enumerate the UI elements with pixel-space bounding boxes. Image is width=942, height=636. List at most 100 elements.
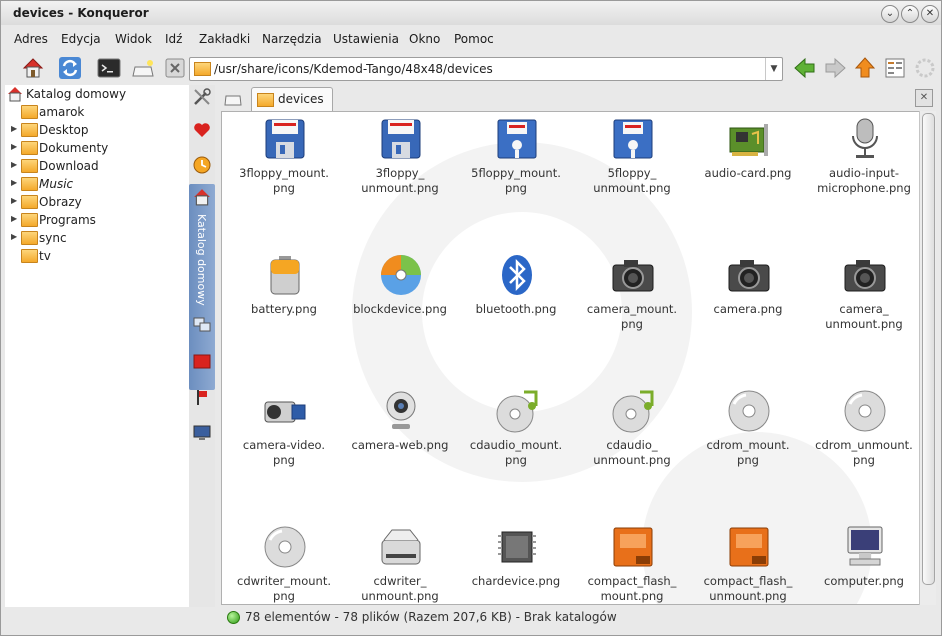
tab-home-directory-label: Katalog domowy [195,214,208,306]
tools-icon[interactable] [192,87,212,107]
status-text: 78 elementów - 78 plików (Razem 207,6 KB… [245,610,617,624]
tree-item-label: Download [39,159,99,173]
expand-arrow-icon[interactable]: ▶ [11,178,17,187]
file-item[interactable]: 3floppy_ unmount.png [342,114,458,250]
tab-devices[interactable]: devices [251,87,333,112]
file-item-label: compact_flash_ mount.png [587,574,677,603]
network-icon[interactable] [192,315,212,335]
file-item[interactable]: bluetooth.png [458,250,574,386]
history-icon[interactable] [192,155,212,175]
file-item[interactable]: camera_mount. png [574,250,690,386]
camera-icon [726,252,772,298]
file-item-label: chardevice.png [471,574,561,588]
file-item-label: 3floppy_mount. png [239,166,329,195]
view-mode-icon[interactable] [883,56,907,80]
file-item[interactable]: camera-video. png [226,386,342,522]
file-item[interactable]: camera_ unmount.png [806,250,920,386]
file-item[interactable]: camera.png [690,250,806,386]
menu-edycja[interactable]: Edycja [61,32,101,46]
close-tab-icon[interactable]: ✕ [915,89,933,107]
tree-item[interactable]: ▶ Obrazy [11,193,187,211]
menu-pomoc[interactable]: Pomoc [454,32,494,46]
tree-item[interactable]: ▶ Music [11,175,187,193]
back-arrow-icon[interactable] [793,56,817,80]
file-item[interactable]: compact_flash_ unmount.png [690,522,806,604]
status-bar: 78 elementów - 78 plików (Razem 207,6 KB… [219,605,937,629]
location-dropdown-arrow-icon[interactable]: ▼ [765,58,782,80]
file-item[interactable]: computer.png [806,522,920,604]
menu-ustawienia[interactable]: Ustawienia [333,32,399,46]
cdrom-icon [842,388,888,434]
shade-window-button[interactable]: ⌄ [881,5,899,23]
file-item[interactable]: 5floppy_ unmount.png [574,114,690,250]
menu-zakladki[interactable]: Zakładki [199,32,250,46]
menu-widok[interactable]: Widok [115,32,152,46]
chip-icon [494,524,540,570]
tree-item[interactable]: ▶ Download [11,157,187,175]
folder-icon [257,93,274,107]
expand-arrow-icon[interactable]: ▶ [11,124,17,133]
maximize-window-button[interactable]: ⌃ [901,5,919,23]
file-item[interactable]: 5floppy_mount. png [458,114,574,250]
file-item[interactable]: camera-web.png [342,386,458,522]
file-item[interactable]: cdwriter_mount. png [226,522,342,604]
up-arrow-icon[interactable] [853,56,877,80]
menu-idz[interactable]: Idź [165,32,182,46]
expand-arrow-icon[interactable]: ▶ [11,232,17,241]
monitor-icon[interactable] [192,423,212,443]
tree-item[interactable]: tv [11,247,187,265]
file-item[interactable]: blockdevice.png [342,250,458,386]
tree-item[interactable]: amarok [11,103,187,121]
file-item[interactable]: cdaudio_ unmount.png [574,386,690,522]
file-item-label: 5floppy_ unmount.png [593,166,671,195]
file-item-label: battery.png [251,302,317,316]
file-icon-view[interactable]: 3floppy_mount. png 3floppy_ unmount.png 5f… [221,111,921,605]
title-bar: devices - Konqueror ⌄ ⌃ ✕ [1,1,941,25]
bookmarks-heart-icon[interactable] [192,120,212,140]
flag-icon[interactable] [192,387,212,407]
file-item-label: camera_ unmount.png [825,302,903,331]
tree-item[interactable]: ▶ sync [11,229,187,247]
new-tab-icon[interactable] [131,56,155,80]
floppy-icon [262,116,308,162]
file-item[interactable]: battery.png [226,250,342,386]
file-item-label: audio-input- microphone.png [817,166,911,195]
file-item[interactable]: cdrom_unmount. png [806,386,920,522]
location-bar[interactable]: /usr/share/icons/Kdemod-Tango/48x48/devi… [189,57,783,81]
forward-arrow-icon[interactable] [823,56,847,80]
expand-arrow-icon[interactable]: ▶ [11,196,17,205]
expand-arrow-icon[interactable]: ▶ [11,142,17,151]
menu-narzedzia[interactable]: Narzędzia [262,32,322,46]
new-tab-icon[interactable] [223,89,243,109]
home-icon[interactable] [21,56,45,80]
tab-bar: devices ✕ [219,85,937,112]
expand-arrow-icon[interactable]: ▶ [11,214,17,223]
menu-adres[interactable]: Adres [14,32,48,46]
file-item[interactable]: cdrom_mount. png [690,386,806,522]
file-item[interactable]: cdwriter_ unmount.png [342,522,458,604]
tree-item[interactable]: ▶ Programs [11,211,187,229]
tree-root-home[interactable]: Katalog domowy [7,85,187,103]
file-item[interactable]: compact_flash_ mount.png [574,522,690,604]
folder-icon [21,141,38,155]
file-item[interactable]: chardevice.png [458,522,574,604]
red-folder-icon[interactable] [192,351,212,371]
menu-okno[interactable]: Okno [409,32,440,46]
file-item[interactable]: audio-input- microphone.png [806,114,920,250]
tree-item[interactable]: ▶ Dokumenty [11,139,187,157]
file-item[interactable]: cdaudio_mount. png [458,386,574,522]
vertical-scrollbar[interactable] [919,111,936,605]
cdaudio-icon [494,388,540,434]
location-url[interactable]: /usr/share/icons/Kdemod-Tango/48x48/devi… [214,62,493,76]
expand-arrow-icon[interactable]: ▶ [11,160,17,169]
terminal-icon[interactable] [97,56,121,80]
close-window-button[interactable]: ✕ [921,5,939,23]
folder-icon [21,195,38,209]
file-item[interactable]: 3floppy_mount. png [226,114,342,250]
tab-devices-label: devices [278,92,324,106]
close-tab-icon[interactable] [163,56,187,80]
scrollbar-thumb[interactable] [922,113,935,585]
tree-item[interactable]: ▶ Desktop [11,121,187,139]
reload-icon[interactable] [58,56,82,80]
file-item[interactable]: audio-card.png [690,114,806,250]
